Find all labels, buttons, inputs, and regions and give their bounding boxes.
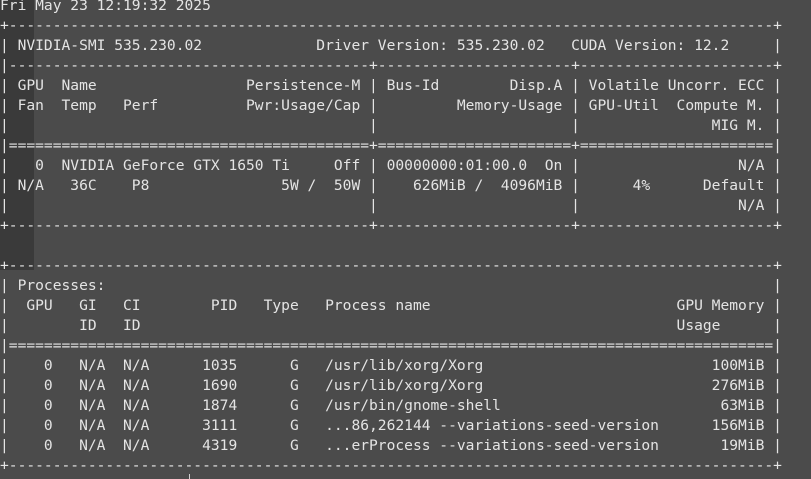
smi-version-row: | NVIDIA-SMI 535.230.02 Driver Version: … [0, 37, 782, 54]
process-row: | 0 N/A N/A 1690 G /usr/lib/xorg/Xorg 27… [0, 377, 782, 394]
terminal-window[interactable]: Fri May 23 12:19:32 2025 +---------------… [0, 0, 811, 479]
processes-header-row-2: | ID ID Usage | [0, 317, 782, 334]
process-row: | 0 N/A N/A 4319 G ...erProcess --variat… [0, 437, 782, 454]
process-row: | 0 N/A N/A 3111 G ...86,262144 --variat… [0, 417, 782, 434]
gpu-row-1: | 0 NVIDIA GeForce GTX 1650 Ti Off | 000… [0, 157, 782, 174]
processes-header-divider: |=======================================… [0, 337, 782, 354]
process-row: | 0 N/A N/A 1035 G /usr/lib/xorg/Xorg 10… [0, 357, 782, 374]
header-separator: |---------------------------------------… [0, 57, 782, 74]
text-cursor [189, 474, 190, 479]
gpu-header-row-1: | GPU Name Persistence-M | Bus-Id Disp.A… [0, 77, 782, 94]
timestamp-line: Fri May 23 12:19:32 2025 [0, 0, 211, 14]
gpu-row-3: | | | N/A | [0, 197, 782, 214]
gpu-bottom-border: +---------------------------------------… [0, 217, 782, 234]
process-row: | 0 N/A N/A 1874 G /usr/bin/gnome-shell … [0, 397, 782, 414]
processes-header-row-1: | GPU GI CI PID Type Process name GPU Me… [0, 297, 782, 314]
gpu-header-divider: |=======================================… [0, 137, 782, 154]
top-border: +---------------------------------------… [0, 17, 782, 34]
terminal-output: Fri May 23 12:19:32 2025 +---------------… [0, 0, 782, 476]
processes-bottom-border: +---------------------------------------… [0, 457, 782, 474]
processes-top-border: +---------------------------------------… [0, 257, 782, 274]
processes-title: | Processes: | [0, 277, 782, 294]
gpu-header-row-3: | | | MIG M. | [0, 117, 782, 134]
gpu-header-row-2: | Fan Temp Perf Pwr:Usage/Cap | Memory-U… [0, 97, 782, 114]
gpu-row-2: | N/A 36C P8 5W / 50W | 626MiB / 4096MiB… [0, 177, 782, 194]
